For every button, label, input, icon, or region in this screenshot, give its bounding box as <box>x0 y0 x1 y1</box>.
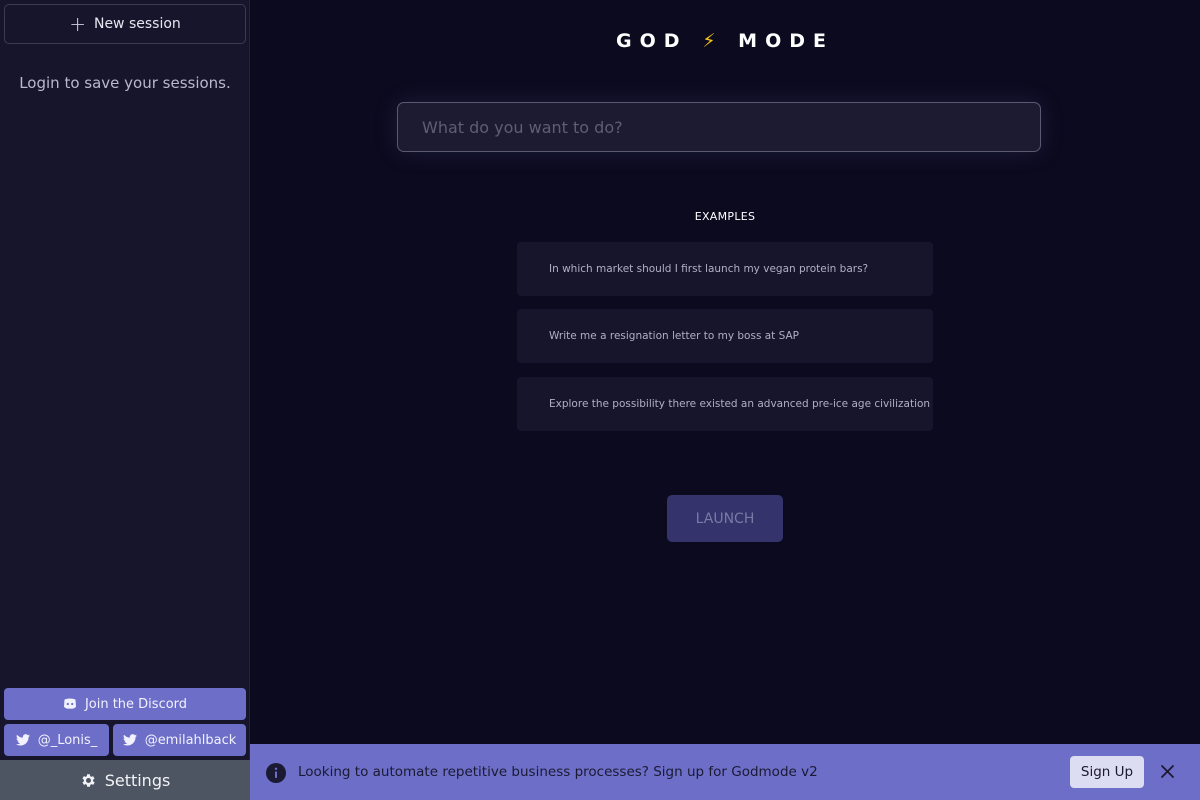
settings-label: Settings <box>104 770 171 790</box>
sign-up-button[interactable]: Sign Up <box>1070 756 1144 788</box>
sidebar: + New session Login to save your session… <box>0 0 250 800</box>
join-discord-button[interactable]: Join the Discord <box>4 688 246 720</box>
twitter-link-lonis[interactable]: @_Lonis_ <box>4 724 109 756</box>
settings-button[interactable]: Settings <box>0 760 250 800</box>
twitter-link-emilahlback[interactable]: @emilahlback <box>113 724 246 756</box>
example-item[interactable]: Write me a resignation letter to my boss… <box>517 309 933 363</box>
twitter-icon <box>122 734 137 746</box>
logo-text-right: MODE <box>738 30 834 52</box>
twitter-handle: @_Lonis_ <box>37 732 98 748</box>
plus-icon: + <box>69 12 86 36</box>
launch-button[interactable]: LAUNCH <box>667 495 783 542</box>
gear-icon <box>80 772 97 789</box>
join-discord-label: Join the Discord <box>84 696 188 712</box>
logo-text-left: GOD <box>616 30 688 52</box>
promo-banner: Looking to automate repetitive business … <box>250 744 1200 800</box>
new-session-label: New session <box>93 16 181 32</box>
example-item[interactable]: In which market should I first launch my… <box>517 242 933 296</box>
login-note: Login to save your sessions. <box>19 74 231 92</box>
task-input[interactable] <box>397 102 1041 152</box>
example-item[interactable]: Explore the possibility there existed an… <box>517 377 933 431</box>
main-panel: GOD ⚡ MODE EXAMPLES In which market shou… <box>250 0 1200 744</box>
lightning-bolt-icon: ⚡ <box>702 30 724 52</box>
new-session-button[interactable]: + New session <box>4 4 246 44</box>
banner-text: Looking to automate repetitive business … <box>298 764 818 780</box>
close-icon[interactable] <box>1160 764 1175 783</box>
twitter-icon <box>15 734 30 746</box>
examples-title: EXAMPLES <box>694 210 756 223</box>
app-logo: GOD ⚡ MODE <box>250 30 1200 52</box>
discord-icon <box>63 698 77 710</box>
info-icon <box>266 763 286 787</box>
twitter-handle: @emilahlback <box>144 732 237 748</box>
